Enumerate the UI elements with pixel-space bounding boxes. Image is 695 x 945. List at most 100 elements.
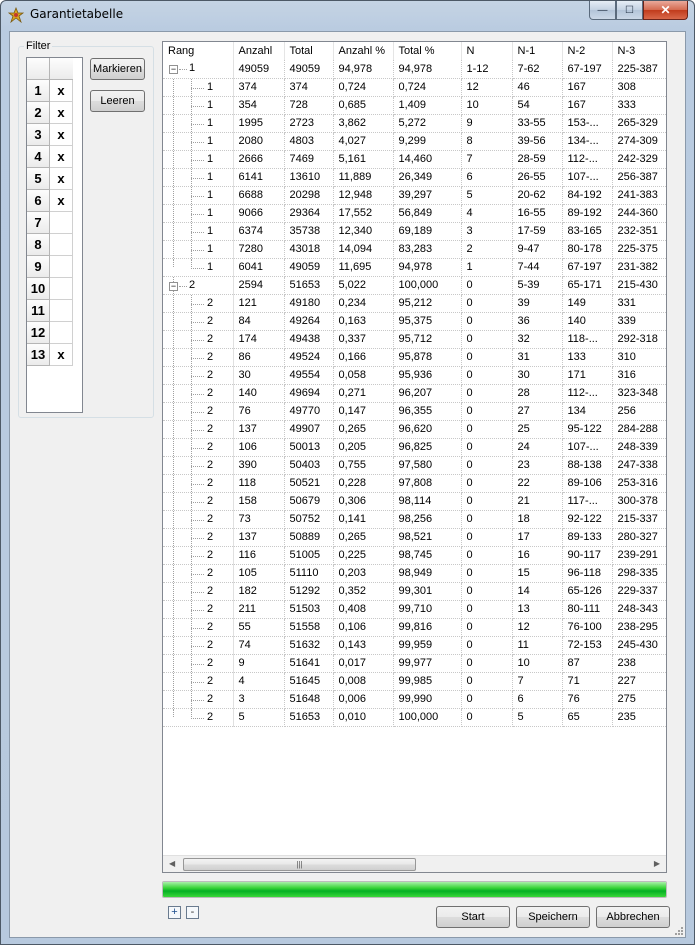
filter-mark-cell[interactable]	[50, 278, 73, 300]
column-header[interactable]: Anzahl %	[333, 42, 394, 60]
close-button[interactable]: ✕	[643, 1, 688, 20]
column-header[interactable]: N	[461, 42, 513, 60]
table-row[interactable]: 2 158 50679 0,306 98,114 0 21 117-... 300-378	[163, 492, 666, 511]
table-row[interactable]: 2 9 51641 0,017 99,977 0 10 87 238	[163, 654, 666, 673]
mark-button[interactable]: Markieren	[90, 58, 145, 80]
filter-mark-cell[interactable]	[50, 322, 73, 344]
table-row[interactable]: 1 6041 49059 11,695 94,978 1 7-44 67-197 231-382	[163, 258, 666, 277]
column-header[interactable]: N-3	[612, 42, 666, 60]
client-area: Filter 1 x 2 x 3 x 4 x 5 x 6 x 7 8 9 10 11 12 13 x Markiere…	[9, 31, 686, 938]
table-row[interactable]: 2 118 50521 0,228 97,808 0 22 89-106 253-316	[163, 474, 666, 493]
table-row[interactable]: 2 86 49524 0,166 95,878 0 31 133 310	[163, 348, 666, 367]
scrollbar-thumb[interactable]: |||	[183, 858, 416, 871]
filter-mark-cell[interactable]: x	[50, 102, 73, 124]
table-row[interactable]: 1 7280 43018 14,094 83,283 2 9-47 80-178 225-375	[163, 240, 666, 259]
filter-row[interactable]: 6x	[27, 190, 82, 212]
clear-button[interactable]: Leeren	[90, 90, 145, 112]
filter-row[interactable]: 9	[27, 256, 82, 278]
maximize-button[interactable]: ☐	[616, 1, 643, 20]
tree-line	[173, 510, 174, 527]
table-row[interactable]: 2 106 50013 0,205 96,825 0 24 107-... 248-339	[163, 438, 666, 457]
filter-mark-cell[interactable]	[50, 234, 73, 256]
filter-mark-cell[interactable]: x	[50, 146, 73, 168]
table-row[interactable]: 2 3 51648 0,006 99,990 0 6 76 275	[163, 690, 666, 709]
save-button[interactable]: Speichern	[516, 906, 590, 928]
column-header[interactable]: Total	[284, 42, 334, 60]
scroll-right-icon[interactable]: ▶	[654, 859, 660, 868]
table-row[interactable]: 2 84 49264 0,163 95,375 0 36 140 339	[163, 312, 666, 331]
collapse-icon[interactable]: −	[169, 281, 178, 291]
guarantee-table[interactable]: Rang Anzahl Total Anzahl % Total % N N-1 N-2 N-3…	[162, 41, 667, 873]
filter-mark-cell[interactable]	[50, 212, 73, 234]
filter-row[interactable]: 1x	[27, 80, 82, 102]
filter-row[interactable]: 5x	[27, 168, 82, 190]
column-header[interactable]: Rang	[163, 42, 234, 60]
rang-cell: 2	[163, 510, 234, 529]
table-row[interactable]: 1 6141 13610 11,889 26,349 6 26-55 107-... 256-3…	[163, 168, 666, 187]
filter-row[interactable]: 3x	[27, 124, 82, 146]
table-cell: 308	[612, 78, 666, 97]
table-row[interactable]: 1 374 374 0,724 0,724 12 46 167 308	[163, 78, 666, 97]
table-cell: 99,816	[393, 618, 462, 637]
filter-grid[interactable]: 1 x 2 x 3 x 4 x 5 x 6 x 7 8 9 10 11 12 13 x	[26, 57, 83, 413]
table-row[interactable]: 2 5 51653 0,010 100,000 0 5 65 235	[163, 708, 666, 727]
horizontal-scrollbar[interactable]: ◀ ||| ▶	[163, 855, 666, 872]
rang-value: 2	[207, 404, 214, 417]
filter-row[interactable]: 13 x	[27, 344, 82, 366]
filter-mark-cell[interactable]	[50, 256, 73, 278]
filter-row[interactable]: 10	[27, 278, 82, 300]
filter-row[interactable]: 11	[27, 300, 82, 322]
table-row[interactable]: 2 121 49180 0,234 95,212 0 39 149 331	[163, 294, 666, 313]
table-row[interactable]: 2 116 51005 0,225 98,745 0 16 90-117 239-291	[163, 546, 666, 565]
column-header[interactable]: Total %	[393, 42, 462, 60]
table-row[interactable]: 2 211 51503 0,408 99,710 0 13 80-111 248-343	[163, 600, 666, 619]
table-row[interactable]: 1 1995 2723 3,862 5,272 9 33-55 153-... 265-329	[163, 114, 666, 133]
table-row[interactable]: 2 55 51558 0,106 99,816 0 12 76-100 238-295	[163, 618, 666, 637]
table-row[interactable]: 1 2080 4803 4,027 9,299 8 39-56 134-... 274-309	[163, 132, 666, 151]
table-row[interactable]: 2 73 50752 0,141 98,256 0 18 92-122 215-337	[163, 510, 666, 529]
filter-mark-cell[interactable]: x	[50, 344, 73, 366]
table-row[interactable]: 1 6688 20298 12,948 39,297 5 20-62 84-192 241-38…	[163, 186, 666, 205]
filter-row[interactable]: 7	[27, 212, 82, 234]
filter-mark-cell[interactable]: x	[50, 124, 73, 146]
column-header[interactable]: N-1	[512, 42, 563, 60]
table-row[interactable]: 2 4 51645 0,008 99,985 0 7 71 227	[163, 672, 666, 691]
cancel-button[interactable]: Abbrechen	[596, 906, 670, 928]
table-row[interactable]: 2 30 49554 0,058 95,936 0 30 171 316	[163, 366, 666, 385]
filter-row[interactable]: 2x	[27, 102, 82, 124]
filter-row[interactable]: 4x	[27, 146, 82, 168]
start-button[interactable]: Start	[436, 906, 510, 928]
resize-grip-icon[interactable]	[674, 926, 684, 936]
expand-all-button[interactable]: +	[168, 906, 181, 919]
table-row[interactable]: 2 174 49438 0,337 95,712 0 32 118-... 292-318	[163, 330, 666, 349]
filter-row[interactable]: 12	[27, 322, 82, 344]
group-row[interactable]: −2 2594 51653 5,022 100,000 0 5-39 65-171 215-43…	[163, 276, 666, 295]
table-row[interactable]: 2 137 50889 0,265 98,521 0 17 89-133 280-327	[163, 528, 666, 547]
filter-mark-cell[interactable]: x	[50, 168, 73, 190]
group-row[interactable]: −1 49059 49059 94,978 94,978 1-12 7-62 67-197 22…	[163, 60, 666, 79]
column-header[interactable]: N-2	[562, 42, 613, 60]
scroll-left-icon[interactable]: ◀	[169, 859, 175, 868]
filter-row[interactable]: 8	[27, 234, 82, 256]
filter-mark-cell[interactable]: x	[50, 190, 73, 212]
collapse-all-button[interactable]: -	[186, 906, 199, 919]
table-row[interactable]: 2 74 51632 0,143 99,959 0 11 72-153 245-430	[163, 636, 666, 655]
title-bar[interactable]: Garantietabelle — ☐ ✕	[1, 1, 694, 29]
table-row[interactable]: 2 76 49770 0,147 96,355 0 27 134 256	[163, 402, 666, 421]
table-row[interactable]: 1 6374 35738 12,340 69,189 3 17-59 83-165 232-35…	[163, 222, 666, 241]
table-row[interactable]: 2 182 51292 0,352 99,301 0 14 65-126 229-337	[163, 582, 666, 601]
filter-mark-cell[interactable]	[50, 300, 73, 322]
collapse-icon[interactable]: −	[169, 65, 178, 74]
table-row[interactable]: 1 9066 29364 17,552 56,849 4 16-55 89-192 244-36…	[163, 204, 666, 223]
table-cell: 1995	[233, 114, 285, 133]
filter-mark-cell[interactable]: x	[50, 80, 73, 102]
table-row[interactable]: 2 140 49694 0,271 96,207 0 28 112-... 323-348	[163, 384, 666, 403]
table-row[interactable]: 2 105 51110 0,203 98,949 0 15 96-118 298-335	[163, 564, 666, 583]
table-row[interactable]: 2 137 49907 0,265 96,620 0 25 95-122 284-288	[163, 420, 666, 439]
table-row[interactable]: 1 354 728 0,685 1,409 10 54 167 333	[163, 96, 666, 115]
table-row[interactable]: 1 2666 7469 5,161 14,460 7 28-59 112-... 242-329	[163, 150, 666, 169]
column-header[interactable]: Anzahl	[233, 42, 285, 60]
minimize-button[interactable]: —	[589, 1, 616, 20]
tree-line	[191, 375, 204, 377]
table-row[interactable]: 2 390 50403 0,755 97,580 0 23 88-138 247-338	[163, 456, 666, 475]
